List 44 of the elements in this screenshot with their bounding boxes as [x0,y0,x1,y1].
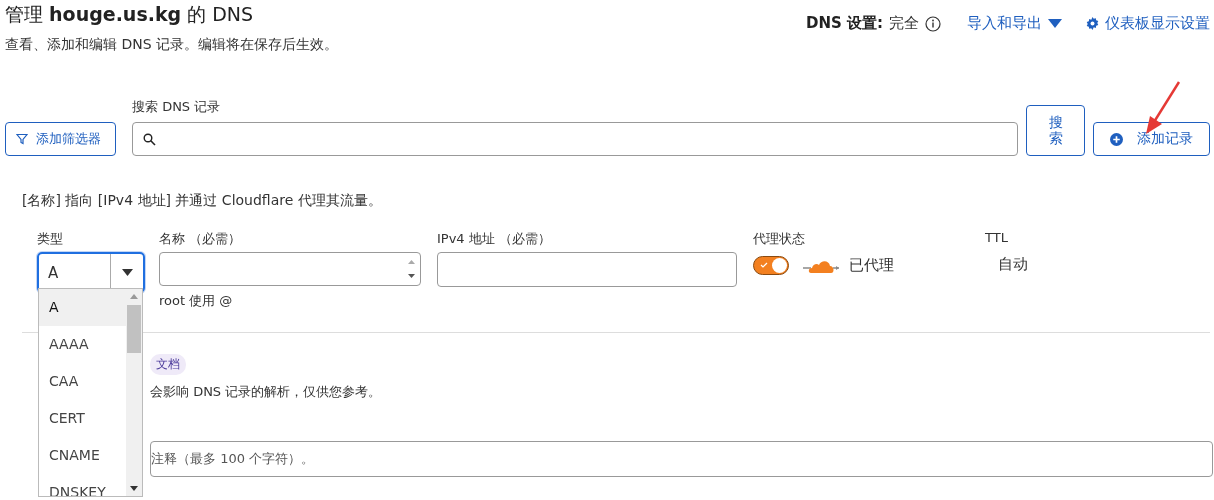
add-record-button[interactable]: 添加记录 [1093,122,1210,156]
scroll-up-icon[interactable] [130,294,138,299]
name-label: 名称 （必需） [159,230,243,248]
filter-icon [16,133,28,145]
dashboard-settings-link[interactable]: 仪表板显示设置 [1105,14,1210,33]
caret-icon[interactable] [1048,19,1062,28]
dns-setting-value: 完全 [889,14,919,33]
scrollbar-thumb[interactable] [127,305,141,353]
ipv4-field[interactable] [437,252,737,287]
type-label: 类型 [37,230,64,248]
name-help-text: root 使用 @ [159,292,234,310]
dropdown-option[interactable]: CERT [39,400,126,437]
ttl-label: TTL [985,230,1009,245]
caret-icon [121,269,133,276]
dropdown-option[interactable]: A [39,289,126,326]
dropdown-option[interactable]: CNAME [39,437,126,474]
proxy-status-label: 代理状态 [753,230,806,248]
import-export-link[interactable]: 导入和导出 [967,14,1042,33]
search-label: 搜索 DNS 记录 [132,98,222,116]
proxy-status-text: 已代理 [849,256,894,275]
search-icon [143,132,156,146]
info-icon[interactable] [925,15,941,32]
record-hint: [名称] 指向 [IPv4 地址] 并通过 Cloudflare 代理其流量。 [22,192,383,210]
docs-tag[interactable]: 文档 [150,354,186,375]
add-filter-button[interactable]: 添加筛选器 [5,122,116,156]
search-field[interactable] [132,122,1018,156]
spinner-icon [407,258,416,280]
proxy-toggle[interactable] [753,256,789,275]
ipv4-label: IPv4 地址 （必需） [437,230,552,248]
page-subtitle: 查看、添加和编辑 DNS 记录。编辑将在保存后生效。 [5,36,339,54]
plus-circle-icon [1110,132,1123,146]
scrollbar[interactable] [126,289,142,496]
name-field[interactable] [159,252,421,286]
scroll-down-icon[interactable] [130,486,138,491]
search-button[interactable]: 搜索 [1026,105,1085,156]
page-title: 管理 houge.us.kg 的 DNS [5,2,255,27]
comment-field[interactable]: 注释（最多 100 个字符）。 [150,441,1213,477]
gear-icon[interactable] [1086,17,1099,30]
ttl-value: 自动 [998,255,1028,274]
dropdown-option[interactable]: CAA [39,363,126,400]
check-icon [760,262,768,268]
dropdown-option[interactable]: AAAA [39,326,126,363]
comment-note: 会影响 DNS 记录的解析，仅供您参考。 [150,383,382,401]
dns-setting-label: DNS 设置: [805,14,883,33]
